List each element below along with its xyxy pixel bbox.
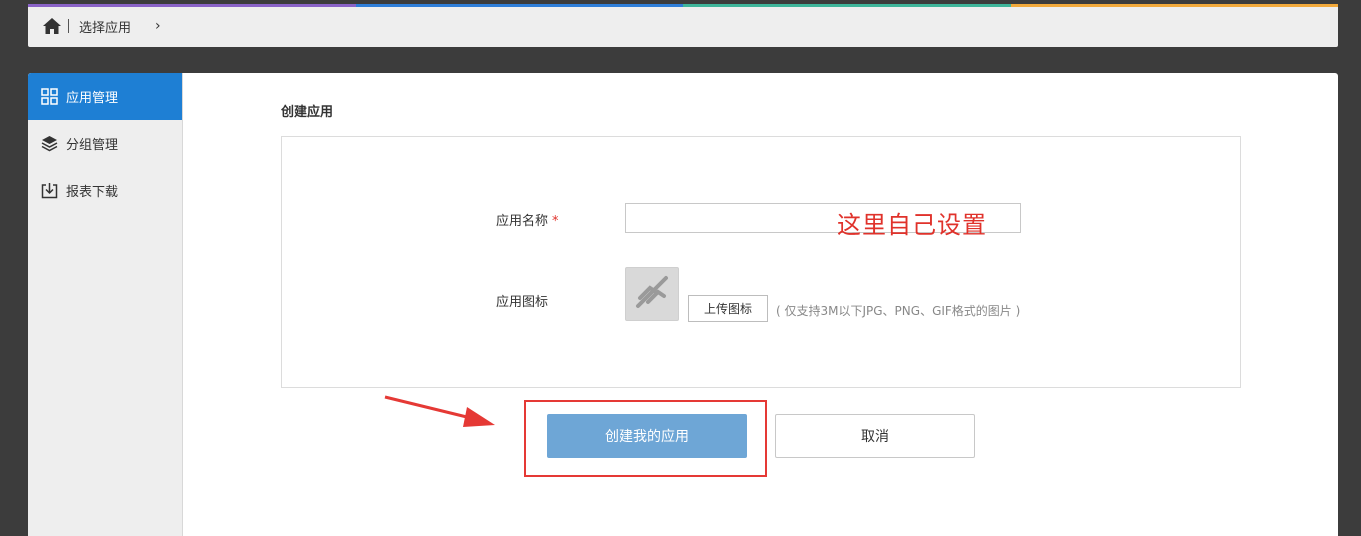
color-stripe bbox=[28, 4, 1338, 7]
create-app-form: 应用名称 * 这里自己设置 应用图标 上传图标 ( 仅支持3M以下JPG、PNG、… bbox=[281, 136, 1241, 388]
sidebar-item-app-management[interactable]: 应用管理 bbox=[28, 73, 182, 120]
app-icon-label: 应用图标 bbox=[496, 295, 549, 310]
download-icon bbox=[41, 182, 58, 199]
app-name-label-text: 应用名称 bbox=[496, 214, 549, 229]
icon-preview bbox=[625, 267, 679, 321]
sidebar-item-label: 分组管理 bbox=[66, 138, 119, 153]
create-app-button[interactable]: 创建我的应用 bbox=[547, 414, 747, 458]
top-bar: 选择应用 › bbox=[28, 4, 1338, 47]
sidebar-item-report-download[interactable]: 报表下载 bbox=[28, 167, 182, 214]
sidebar-item-label: 应用管理 bbox=[66, 91, 119, 106]
stripe-segment bbox=[1010, 4, 1338, 7]
sidebar-item-label: 报表下载 bbox=[66, 185, 119, 200]
annotation-text: 这里自己设置 bbox=[837, 211, 987, 239]
app-name-label: 应用名称 * bbox=[496, 210, 559, 229]
home-icon[interactable] bbox=[42, 17, 62, 35]
breadcrumb-divider bbox=[68, 19, 69, 33]
image-placeholder-icon bbox=[632, 272, 672, 316]
upload-icon-button[interactable]: 上传图标 bbox=[688, 295, 768, 322]
stripe-segment bbox=[683, 4, 1011, 7]
breadcrumb: 选择应用 › bbox=[42, 16, 161, 36]
red-arrow-annotation bbox=[384, 395, 495, 427]
main-panel: 应用管理 分组管理 报表下载 创建应用 应用名称 * 这里自己设置 应用图标 上… bbox=[28, 73, 1338, 536]
layers-icon bbox=[41, 135, 58, 152]
sidebar: 应用管理 分组管理 报表下载 bbox=[28, 73, 183, 536]
upload-hint: ( 仅支持3M以下JPG、PNG、GIF格式的图片 ) bbox=[776, 304, 1021, 318]
breadcrumb-current[interactable]: 选择应用 bbox=[79, 17, 131, 36]
sidebar-item-group-management[interactable]: 分组管理 bbox=[28, 120, 182, 167]
cancel-button[interactable]: 取消 bbox=[775, 414, 975, 458]
stripe-segment bbox=[355, 4, 683, 7]
chevron-right-icon[interactable]: › bbox=[155, 18, 161, 34]
content-area: 创建应用 应用名称 * 这里自己设置 应用图标 上传图标 ( 仅支持3M以下JPG… bbox=[183, 73, 1338, 536]
page-title: 创建应用 bbox=[281, 105, 334, 120]
required-mark: * bbox=[552, 214, 559, 229]
stripe-segment bbox=[28, 4, 356, 7]
grid-icon bbox=[41, 88, 58, 105]
